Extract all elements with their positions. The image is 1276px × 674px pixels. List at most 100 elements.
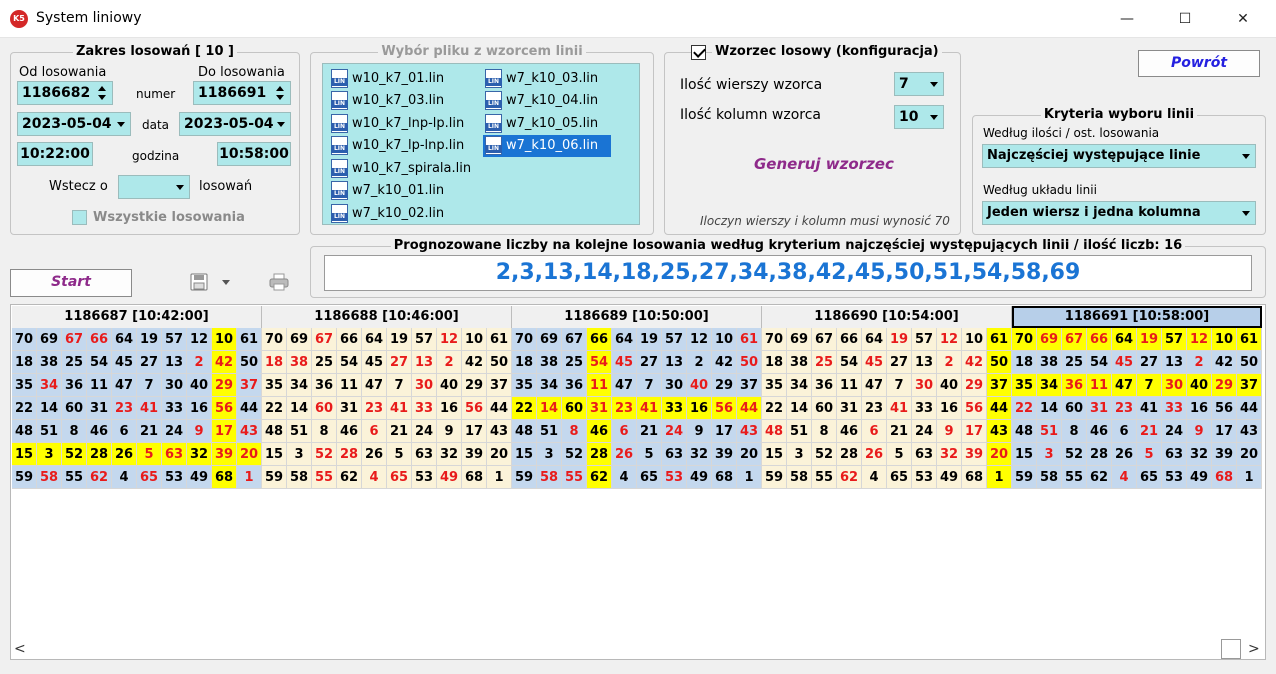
number-cell[interactable]: 59 (512, 466, 537, 489)
number-cell[interactable]: 23 (112, 397, 137, 420)
number-cell[interactable]: 33 (662, 397, 687, 420)
number-cell[interactable]: 11 (337, 374, 362, 397)
number-cell[interactable]: 44 (237, 397, 262, 420)
number-cell[interactable]: 66 (87, 328, 112, 351)
number-cell[interactable]: 21 (387, 420, 412, 443)
number-cell[interactable]: 3 (537, 443, 562, 466)
save-menu-chevron-icon[interactable] (222, 280, 230, 285)
number-cell[interactable]: 55 (812, 466, 837, 489)
number-cell[interactable]: 45 (112, 351, 137, 374)
number-cell[interactable]: 35 (762, 374, 787, 397)
number-cell[interactable]: 10 (1212, 328, 1237, 351)
cols-dropdown[interactable]: 10 (894, 105, 944, 129)
number-cell[interactable]: 7 (137, 374, 162, 397)
number-cell[interactable]: 66 (587, 328, 612, 351)
number-cell[interactable]: 51 (1037, 420, 1062, 443)
random-pattern-checkbox[interactable] (691, 45, 706, 60)
number-cell[interactable]: 40 (1187, 374, 1212, 397)
number-cell[interactable]: 33 (412, 397, 437, 420)
number-cell[interactable]: 56 (1212, 397, 1237, 420)
number-cell[interactable]: 61 (237, 328, 262, 351)
number-cell[interactable]: 18 (1012, 351, 1037, 374)
file-item[interactable]: w10_k7_spirala.lin (329, 157, 471, 179)
number-cell[interactable]: 18 (512, 351, 537, 374)
number-cell[interactable]: 36 (562, 374, 587, 397)
number-cell[interactable]: 47 (362, 374, 387, 397)
number-cell[interactable]: 59 (12, 466, 37, 489)
number-cell[interactable]: 57 (912, 328, 937, 351)
number-cell[interactable]: 54 (587, 351, 612, 374)
number-cell[interactable]: 18 (262, 351, 287, 374)
number-cell[interactable]: 2 (1187, 351, 1212, 374)
number-cell[interactable]: 20 (1237, 443, 1262, 466)
generate-pattern-button[interactable]: Generuj wzorzec (754, 155, 894, 173)
number-cell[interactable]: 51 (287, 420, 312, 443)
number-cell[interactable]: 44 (737, 397, 762, 420)
number-cell[interactable]: 13 (1162, 351, 1187, 374)
number-cell[interactable]: 48 (512, 420, 537, 443)
number-cell[interactable]: 53 (1162, 466, 1187, 489)
number-cell[interactable]: 61 (737, 328, 762, 351)
number-cell[interactable]: 39 (712, 443, 737, 466)
number-cell[interactable]: 28 (87, 443, 112, 466)
number-cell[interactable]: 57 (662, 328, 687, 351)
number-cell[interactable]: 50 (1237, 351, 1262, 374)
number-cell[interactable]: 55 (562, 466, 587, 489)
number-cell[interactable]: 52 (1062, 443, 1087, 466)
number-cell[interactable]: 7 (637, 374, 662, 397)
number-cell[interactable]: 46 (337, 420, 362, 443)
number-cell[interactable]: 48 (262, 420, 287, 443)
number-cell[interactable]: 57 (412, 328, 437, 351)
number-cell[interactable]: 52 (812, 443, 837, 466)
number-cell[interactable]: 42 (1212, 351, 1237, 374)
number-cell[interactable]: 36 (312, 374, 337, 397)
number-cell[interactable]: 7 (1137, 374, 1162, 397)
by-layout-dropdown[interactable]: Jeden wiersz i jedna kolumna (982, 201, 1256, 225)
number-cell[interactable]: 56 (712, 397, 737, 420)
number-cell[interactable]: 4 (362, 466, 387, 489)
number-cell[interactable]: 15 (1012, 443, 1037, 466)
number-cell[interactable]: 50 (737, 351, 762, 374)
number-cell[interactable]: 6 (112, 420, 137, 443)
number-cell[interactable]: 40 (687, 374, 712, 397)
number-cell[interactable]: 22 (12, 397, 37, 420)
number-cell[interactable]: 19 (137, 328, 162, 351)
number-cell[interactable]: 6 (612, 420, 637, 443)
number-cell[interactable]: 64 (612, 328, 637, 351)
number-cell[interactable]: 37 (987, 374, 1012, 397)
number-cell[interactable]: 13 (662, 351, 687, 374)
number-cell[interactable]: 1 (737, 466, 762, 489)
number-cell[interactable]: 69 (37, 328, 62, 351)
number-cell[interactable]: 44 (987, 397, 1012, 420)
number-cell[interactable]: 31 (337, 397, 362, 420)
number-cell[interactable]: 42 (712, 351, 737, 374)
number-cell[interactable]: 49 (687, 466, 712, 489)
draw-block-header[interactable]: 1186690 [10:54:00] (762, 306, 1012, 328)
number-cell[interactable]: 28 (837, 443, 862, 466)
file-item[interactable]: w10_k7_03.lin (329, 90, 457, 112)
number-cell[interactable]: 58 (1037, 466, 1062, 489)
number-cell[interactable]: 29 (962, 374, 987, 397)
number-cell[interactable]: 57 (162, 328, 187, 351)
number-cell[interactable]: 32 (937, 443, 962, 466)
spin-up-icon[interactable] (98, 86, 106, 91)
to-date-dropdown[interactable]: 2023-05-04 (179, 112, 291, 136)
number-cell[interactable]: 50 (487, 351, 512, 374)
number-cell[interactable]: 17 (1212, 420, 1237, 443)
number-cell[interactable]: 33 (162, 397, 187, 420)
number-cell[interactable]: 24 (912, 420, 937, 443)
number-cell[interactable]: 14 (37, 397, 62, 420)
number-cell[interactable]: 27 (137, 351, 162, 374)
number-cell[interactable]: 19 (637, 328, 662, 351)
number-cell[interactable]: 12 (187, 328, 212, 351)
number-cell[interactable]: 29 (1212, 374, 1237, 397)
number-cell[interactable]: 69 (287, 328, 312, 351)
number-cell[interactable]: 9 (1187, 420, 1212, 443)
number-cell[interactable]: 14 (287, 397, 312, 420)
number-cell[interactable]: 2 (187, 351, 212, 374)
number-cell[interactable]: 46 (587, 420, 612, 443)
number-cell[interactable]: 8 (812, 420, 837, 443)
number-cell[interactable]: 14 (1037, 397, 1062, 420)
from-date-dropdown[interactable]: 2023-05-04 (17, 112, 131, 136)
number-cell[interactable]: 63 (1162, 443, 1187, 466)
